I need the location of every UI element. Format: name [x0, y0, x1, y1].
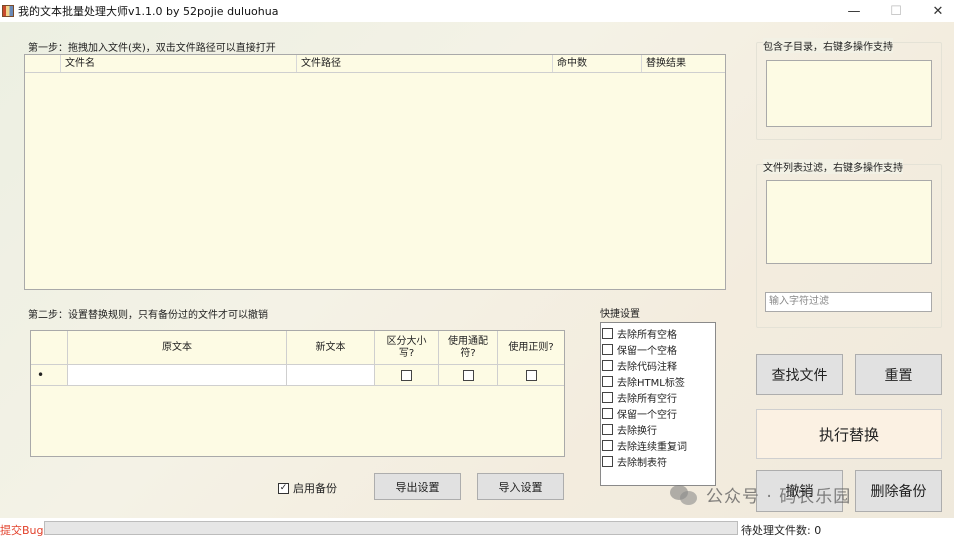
- rule-table[interactable]: 原文本 新文本 区分大小写? 使用通配符? 使用正则? •: [30, 330, 565, 457]
- file-col-index: [25, 55, 61, 72]
- quick-item-label: 去除HTML标签: [617, 377, 685, 389]
- rule-col-wildcard[interactable]: 使用通配符?: [439, 331, 498, 364]
- rule-col-regex[interactable]: 使用正则?: [498, 331, 564, 364]
- filter-list-textarea[interactable]: [766, 180, 932, 264]
- quick-item[interactable]: 去除HTML标签: [601, 373, 715, 389]
- file-col-hits[interactable]: 命中数: [553, 55, 642, 72]
- quick-item-label: 去除连续重复词: [617, 441, 687, 453]
- watermark-text: 公众号 · 码农乐园: [706, 487, 852, 507]
- delete-backup-button[interactable]: 删除备份: [855, 470, 942, 512]
- rule-col-index: [31, 331, 68, 364]
- quick-checkbox[interactable]: [602, 423, 613, 435]
- new-row-marker: •: [31, 365, 68, 385]
- quick-checkbox[interactable]: [602, 391, 613, 403]
- quick-item-label: 去除制表符: [617, 457, 667, 469]
- quick-item-label: 去除换行: [617, 425, 657, 437]
- quick-checkbox[interactable]: [602, 455, 613, 467]
- step1-label: 第一步：拖拽加入文件(夹)，双击文件路径可以直接打开: [28, 43, 276, 54]
- file-table-header: 文件名 文件路径 命中数 替换结果: [25, 55, 725, 73]
- rule-original-cell[interactable]: [68, 365, 287, 385]
- quick-item-label: 去除所有空行: [617, 393, 677, 405]
- minimize-button[interactable]: —: [834, 0, 874, 22]
- subdir-textarea[interactable]: [766, 60, 932, 127]
- step2-label: 第二步：设置替换规则，只有备份过的文件才可以撤销: [28, 310, 268, 321]
- filter-label: 文件列表过滤，右键多操作支持: [763, 159, 903, 174]
- window-title: 我的文本批量处理大师v1.1.0 by 52pojie duluohua: [18, 5, 279, 18]
- wechat-icon: [670, 483, 698, 507]
- rule-regex-cell[interactable]: [498, 365, 564, 385]
- rule-col-case[interactable]: 区分大小写?: [375, 331, 439, 364]
- title-bar: 我的文本批量处理大师v1.1.0 by 52pojie duluohua — ☐…: [0, 0, 954, 22]
- quick-item[interactable]: 去除连续重复词: [601, 437, 715, 453]
- rule-new-cell[interactable]: [287, 365, 375, 385]
- case-checkbox[interactable]: [401, 369, 412, 381]
- submit-bug-link[interactable]: 提交Bug: [0, 522, 44, 538]
- quick-item[interactable]: 去除所有空行: [601, 389, 715, 405]
- pending-count: 待处理文件数: 0: [741, 524, 822, 537]
- quick-item[interactable]: 去除代码注释: [601, 357, 715, 373]
- quick-item[interactable]: 去除所有空格: [601, 325, 715, 341]
- file-list-table[interactable]: 文件名 文件路径 命中数 替换结果: [24, 54, 726, 290]
- regex-checkbox[interactable]: [525, 369, 537, 381]
- backup-checkbox[interactable]: ✓: [278, 482, 289, 494]
- quick-checkbox[interactable]: [602, 343, 613, 355]
- quick-checkbox[interactable]: [602, 407, 613, 419]
- import-settings-button[interactable]: 导入设置: [477, 473, 564, 500]
- file-col-name[interactable]: 文件名: [61, 55, 297, 72]
- quick-item[interactable]: 去除换行: [601, 421, 715, 437]
- app-book-icon: [2, 5, 14, 17]
- quick-item[interactable]: 保留一个空行: [601, 405, 715, 421]
- close-button[interactable]: ✕: [918, 0, 954, 22]
- quick-checkbox[interactable]: [602, 439, 613, 451]
- quick-item-label: 保留一个空行: [617, 409, 677, 421]
- quick-item-label: 去除代码注释: [617, 361, 677, 373]
- watermark: 公众号 · 码农乐园: [670, 482, 851, 507]
- execute-replace-button[interactable]: 执行替换: [756, 409, 942, 459]
- file-col-result[interactable]: 替换结果: [642, 55, 722, 72]
- rule-case-cell[interactable]: [375, 365, 439, 385]
- quick-settings-label: 快捷设置: [600, 309, 640, 320]
- wildcard-checkbox[interactable]: [462, 369, 474, 381]
- export-settings-button[interactable]: 导出设置: [374, 473, 461, 500]
- quick-item[interactable]: 保留一个空格: [601, 341, 715, 357]
- subdir-label: 包含子目录，右键多操作支持: [763, 38, 893, 53]
- backup-label: 启用备份: [293, 482, 337, 495]
- progress-bar: [44, 521, 738, 535]
- rule-new-row[interactable]: •: [31, 365, 564, 386]
- quick-item[interactable]: 去除制表符: [601, 453, 715, 469]
- quick-checkbox[interactable]: [602, 359, 613, 371]
- maximize-button[interactable]: ☐: [876, 0, 916, 22]
- rule-wildcard-cell[interactable]: [439, 365, 498, 385]
- quick-checkbox[interactable]: [602, 375, 613, 387]
- rule-col-new[interactable]: 新文本: [287, 331, 375, 364]
- enable-backup-toggle[interactable]: ✓ 启用备份: [278, 480, 337, 496]
- filter-input[interactable]: 输入字符过滤: [765, 292, 932, 312]
- file-col-path[interactable]: 文件路径: [297, 55, 553, 72]
- reset-button[interactable]: 重置: [855, 354, 942, 395]
- quick-item-label: 去除所有空格: [617, 329, 677, 341]
- rule-table-header: 原文本 新文本 区分大小写? 使用通配符? 使用正则?: [31, 331, 564, 365]
- quick-item-label: 保留一个空格: [617, 345, 677, 357]
- quick-settings-list: 去除所有空格 保留一个空格 去除代码注释 去除HTML标签 去除所有空行 保留一…: [600, 322, 716, 486]
- quick-checkbox[interactable]: [602, 327, 613, 339]
- find-files-button[interactable]: 查找文件: [756, 354, 843, 395]
- rule-col-original[interactable]: 原文本: [68, 331, 287, 364]
